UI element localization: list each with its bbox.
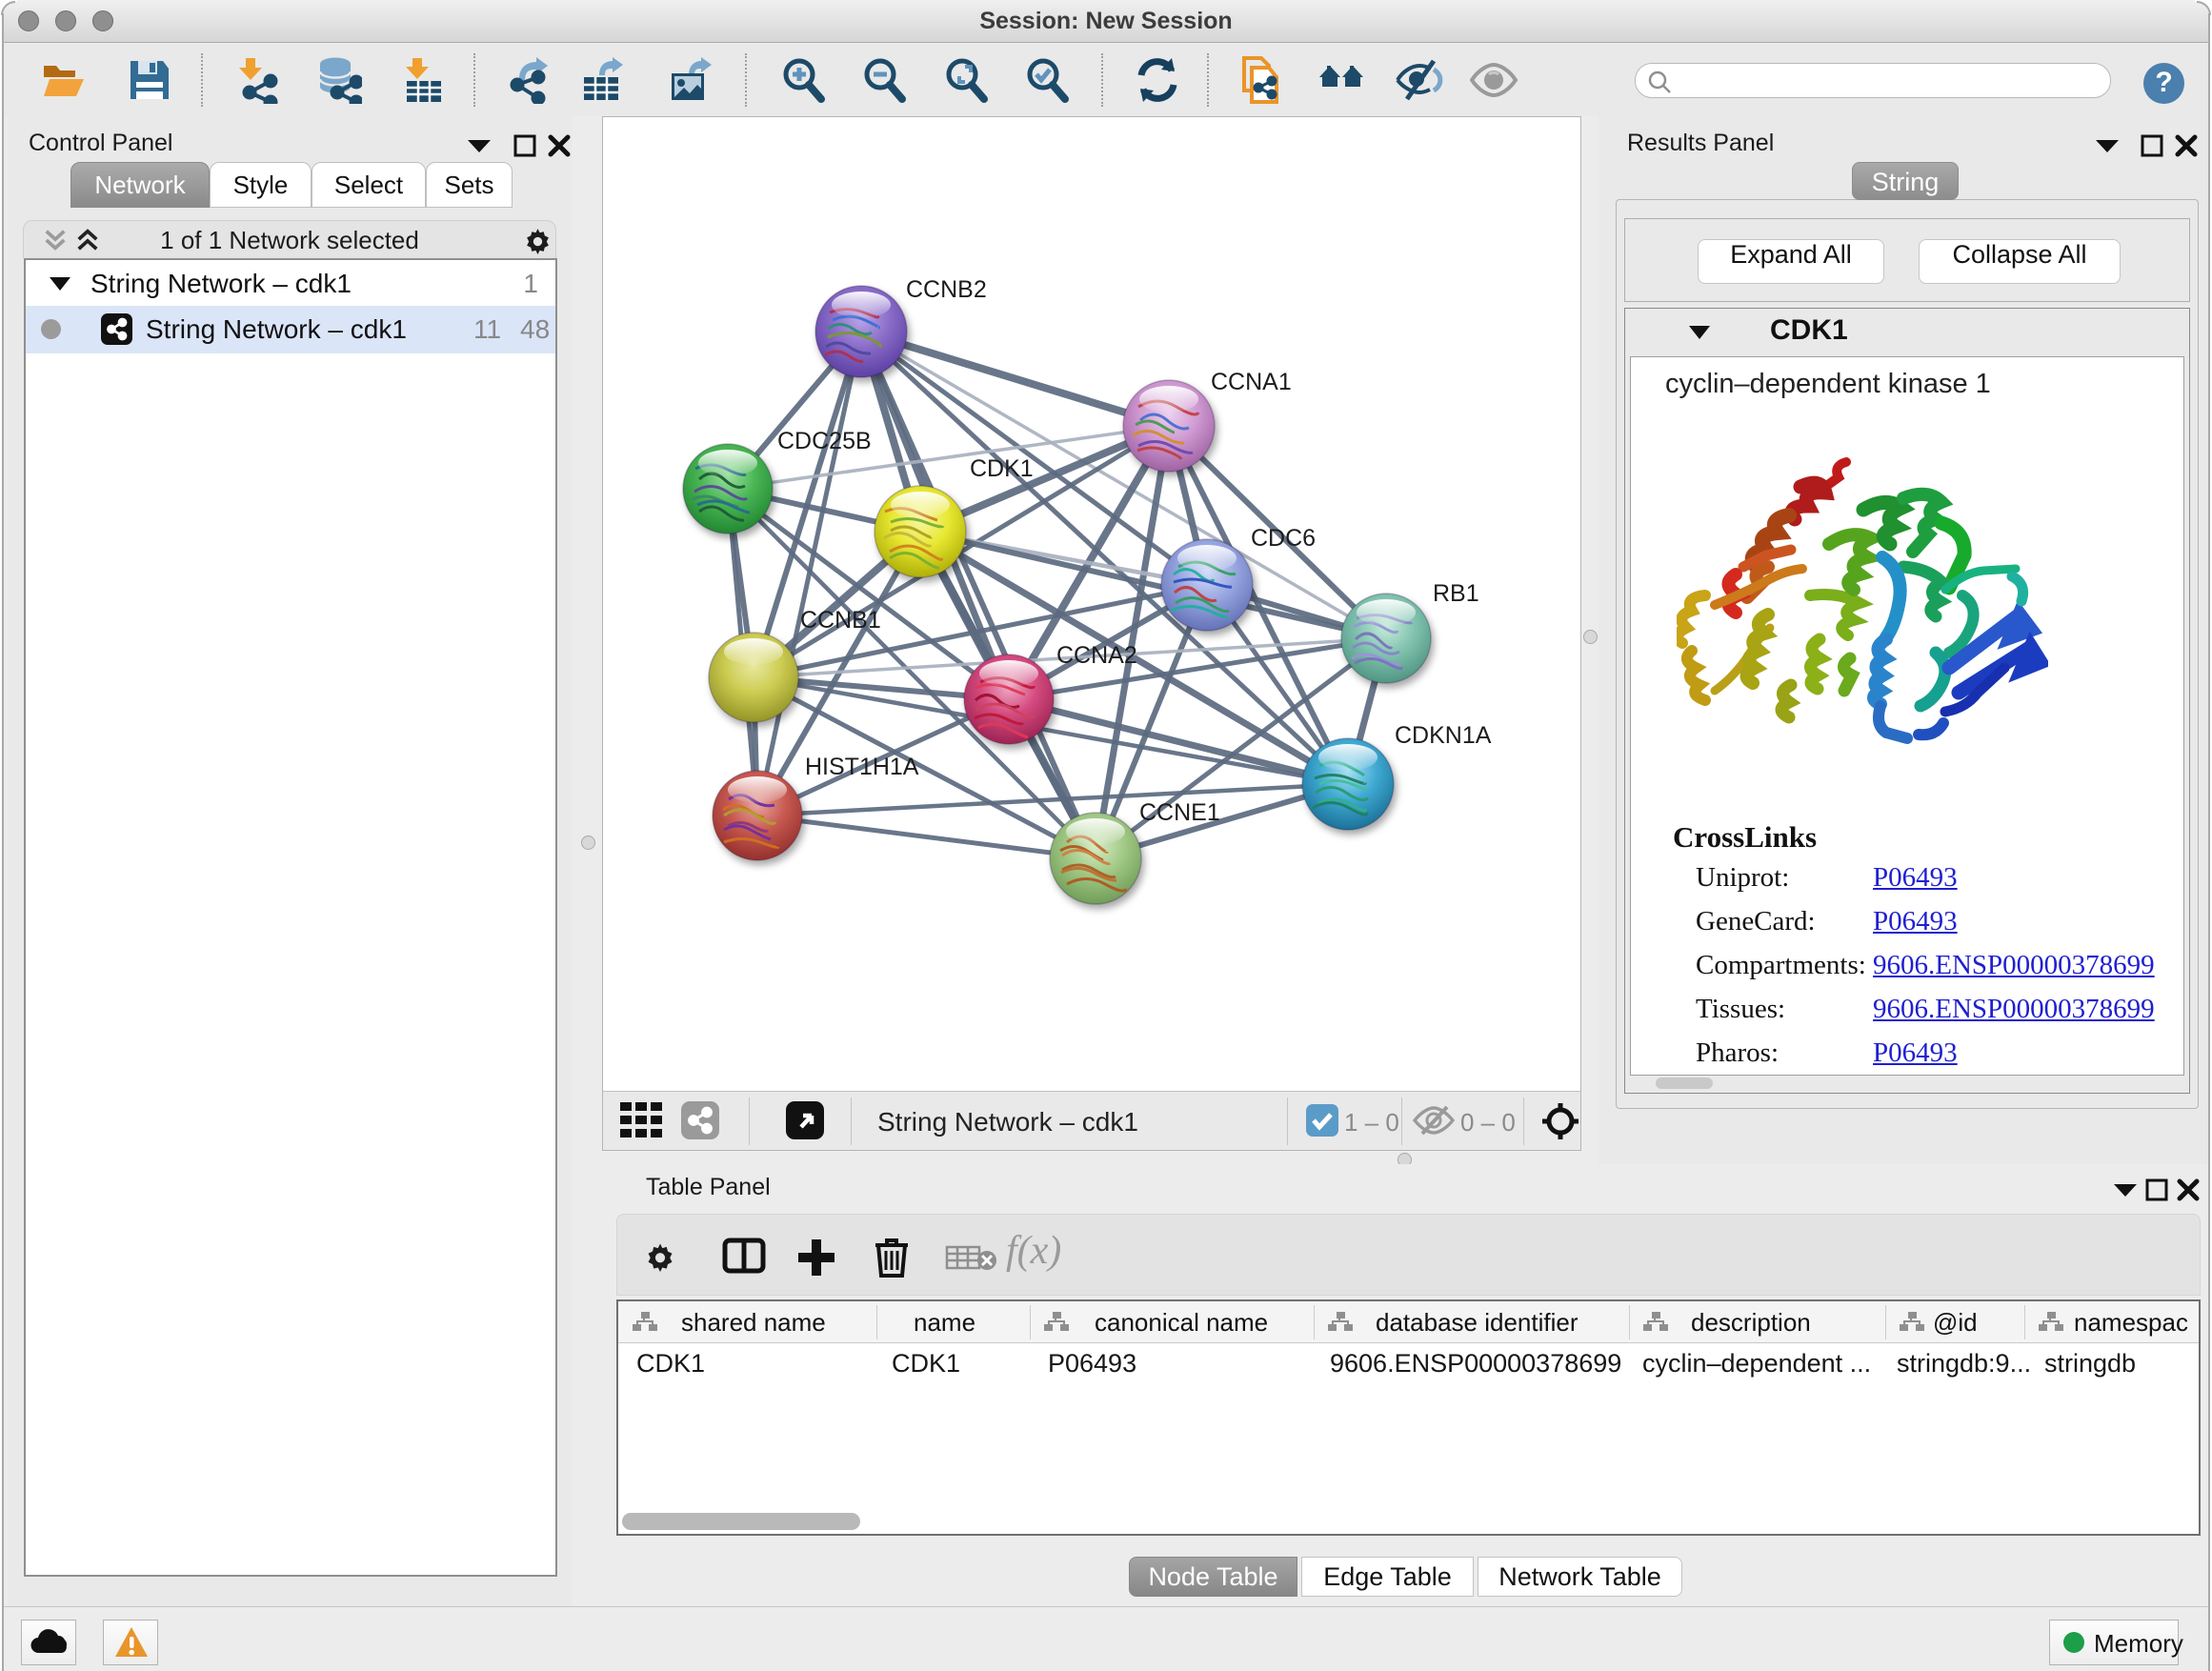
svg-text:CDKN1A: CDKN1A [1395,722,1492,749]
svg-text:CDC25B: CDC25B [777,428,872,454]
svg-text:CCNB1: CCNB1 [800,607,881,634]
svg-text:CCNA2: CCNA2 [1056,642,1137,669]
svg-text:HIST1H1A: HIST1H1A [805,754,919,780]
svg-text:CDC6: CDC6 [1251,525,1316,552]
svg-text:CCNA1: CCNA1 [1211,369,1292,395]
svg-text:CCNE1: CCNE1 [1139,799,1220,826]
svg-text:RB1: RB1 [1433,580,1479,607]
svg-text:CCNB2: CCNB2 [906,276,987,303]
svg-text:CDK1: CDK1 [970,455,1034,482]
